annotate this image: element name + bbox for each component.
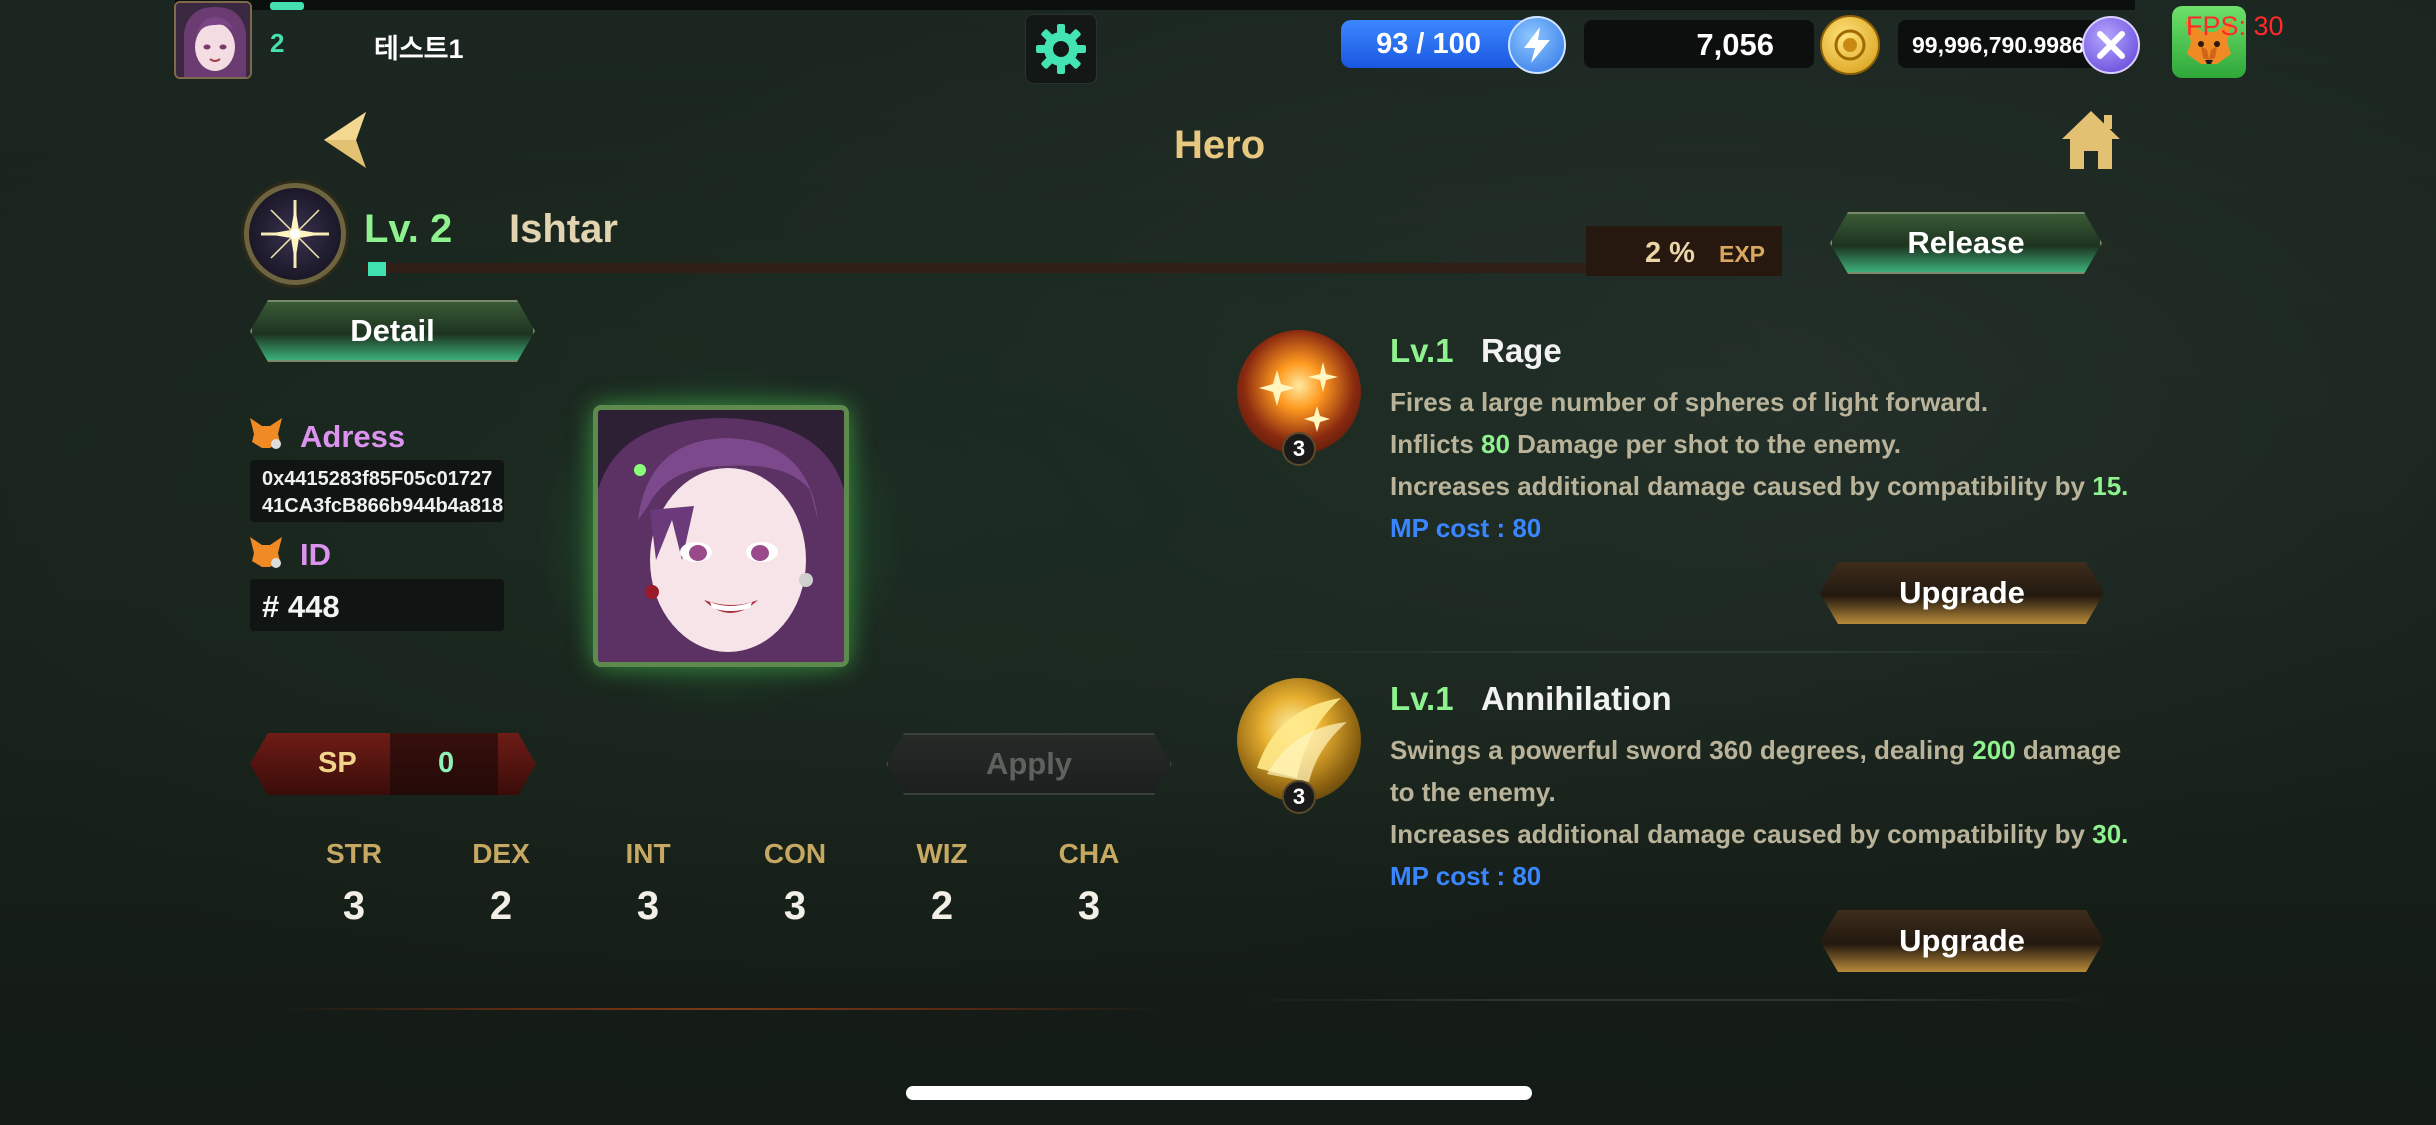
skill-desc-line: Swings a powerful sword 360 degrees, dea… bbox=[1390, 735, 2122, 765]
apply-button-label: Apply bbox=[985, 746, 1073, 781]
divider bbox=[1240, 651, 2110, 653]
stat-value: 3 bbox=[783, 884, 807, 928]
compass-star-icon bbox=[261, 200, 329, 268]
home-indicator[interactable] bbox=[906, 1086, 1532, 1100]
wallet-address-line2: 41CA3fcB866b944b4a818 bbox=[262, 495, 504, 517]
stat-name: INT bbox=[625, 838, 671, 869]
compatibility-value: 15. bbox=[2092, 471, 2129, 501]
skill-name: Rage bbox=[1481, 332, 1562, 369]
metamask-fox-icon bbox=[248, 535, 284, 571]
exp-percent: 2 % bbox=[1645, 237, 1695, 269]
x-token-icon bbox=[2082, 16, 2140, 74]
x-token-value: 99,996,790.9986 bbox=[1912, 32, 2085, 58]
hero-portrait bbox=[593, 405, 849, 667]
gear-icon bbox=[1036, 24, 1086, 74]
divider bbox=[282, 1008, 1162, 1010]
exp-bar-track bbox=[364, 263, 1780, 273]
exp-label: EXP bbox=[1719, 241, 1766, 267]
skill-badge: 3 bbox=[1282, 432, 1316, 466]
hero-id: # 448 bbox=[250, 579, 504, 631]
wallet-address-line1: 0x4415283f85F05c01727 bbox=[262, 468, 493, 490]
energy-value: 93 / 100 bbox=[1376, 27, 1481, 60]
back-button[interactable] bbox=[318, 108, 374, 172]
player-level: 2 bbox=[270, 28, 285, 58]
hero-portrait-image bbox=[598, 410, 844, 662]
annihilation-skill-icon: 3 bbox=[1237, 678, 1361, 814]
home-icon bbox=[2062, 111, 2120, 169]
skill-description: Swings a powerful sword 360 degrees, dea… bbox=[1390, 729, 2150, 897]
settings-button[interactable] bbox=[1025, 14, 1097, 84]
damage-value: 80 bbox=[1481, 429, 1510, 459]
stat-int: INT 3 bbox=[598, 838, 698, 929]
player-avatar[interactable] bbox=[174, 1, 252, 79]
gold-coin-icon bbox=[1820, 15, 1880, 75]
fps-counter: FPS: 30 bbox=[2186, 11, 2284, 41]
mp-cost: MP cost : 80 bbox=[1390, 513, 1542, 543]
stat-name: STR bbox=[326, 838, 382, 869]
compatibility-value: 30. bbox=[2092, 819, 2129, 849]
hero-level: Lv. 2 bbox=[364, 207, 453, 251]
avatar-portrait-image bbox=[176, 3, 250, 77]
mp-cost: MP cost : 80 bbox=[1390, 861, 1542, 891]
detail-button-label: Detail bbox=[350, 313, 435, 348]
release-button[interactable]: Release bbox=[1830, 212, 2102, 274]
stat-value: 3 bbox=[636, 884, 660, 928]
stat-con: CON 3 bbox=[745, 838, 845, 929]
apply-button[interactable]: Apply bbox=[886, 733, 1172, 795]
player-username: 테스트1 bbox=[374, 34, 464, 64]
stat-value: 2 bbox=[930, 884, 954, 928]
skill-desc-line: Inflicts 80 Damage per shot to the enemy… bbox=[1390, 429, 1901, 459]
skill-badge: 3 bbox=[1282, 780, 1316, 814]
stat-value: 3 bbox=[342, 884, 366, 928]
stat-name: DEX bbox=[472, 838, 530, 869]
stat-cha: CHA 3 bbox=[1039, 838, 1139, 929]
skill-level: Lv.1 bbox=[1390, 332, 1454, 369]
hero-name: Ishtar bbox=[509, 207, 618, 251]
upgrade-button[interactable]: Upgrade bbox=[1820, 910, 2104, 972]
upgrade-button[interactable]: Upgrade bbox=[1820, 562, 2104, 624]
metamask-fox-icon bbox=[248, 416, 284, 452]
address-label: Adress bbox=[300, 419, 406, 454]
home-button[interactable] bbox=[2058, 107, 2124, 171]
skill-level: Lv.1 bbox=[1390, 680, 1454, 717]
stat-name: CON bbox=[763, 838, 827, 869]
stat-name: WIZ bbox=[916, 838, 968, 869]
sp-value: 0 bbox=[438, 747, 455, 779]
upgrade-button-label: Upgrade bbox=[1899, 923, 2025, 958]
lightning-icon bbox=[1508, 16, 1566, 74]
id-label: ID bbox=[300, 537, 331, 572]
stat-value: 3 bbox=[1077, 884, 1101, 928]
stat-str: STR 3 bbox=[304, 838, 404, 929]
sp-label: SP bbox=[318, 747, 357, 779]
divider bbox=[1240, 999, 2110, 1001]
skill-description: Fires a large number of spheres of light… bbox=[1390, 381, 2150, 549]
skill-desc-line: to the enemy. bbox=[1390, 777, 1556, 807]
hero-class-emblem bbox=[244, 183, 346, 285]
skill-desc-line: Fires a large number of spheres of light… bbox=[1390, 387, 1989, 417]
back-arrow-icon bbox=[324, 112, 366, 168]
top-progress-fill bbox=[270, 2, 304, 10]
detail-button[interactable]: Detail bbox=[250, 300, 535, 362]
stat-dex: DEX 2 bbox=[451, 838, 551, 929]
sp-display: SP 0 bbox=[250, 733, 536, 795]
skill-desc-line: Increases additional damage caused by co… bbox=[1390, 471, 2129, 501]
rage-skill-icon: 3 bbox=[1237, 330, 1361, 466]
release-button-label: Release bbox=[1907, 225, 2025, 260]
page-title: Hero bbox=[1174, 123, 1266, 167]
stat-name: CHA bbox=[1058, 838, 1120, 869]
gold-counter[interactable]: 7,056 bbox=[1584, 20, 1814, 68]
skill-desc-line: Increases additional damage caused by co… bbox=[1390, 819, 2129, 849]
upgrade-button-label: Upgrade bbox=[1899, 575, 2025, 610]
top-progress-track bbox=[175, 0, 2135, 10]
stat-value: 2 bbox=[489, 884, 513, 928]
wallet-address[interactable]: 0x4415283f85F05c01727 41CA3fcB866b944b4a… bbox=[250, 460, 504, 522]
damage-value: 200 bbox=[1972, 735, 2016, 765]
exp-bar-fill bbox=[368, 262, 386, 276]
skill-name: Annihilation bbox=[1481, 680, 1672, 717]
gold-value: 7,056 bbox=[1696, 27, 1774, 62]
stat-wiz: WIZ 2 bbox=[892, 838, 992, 929]
